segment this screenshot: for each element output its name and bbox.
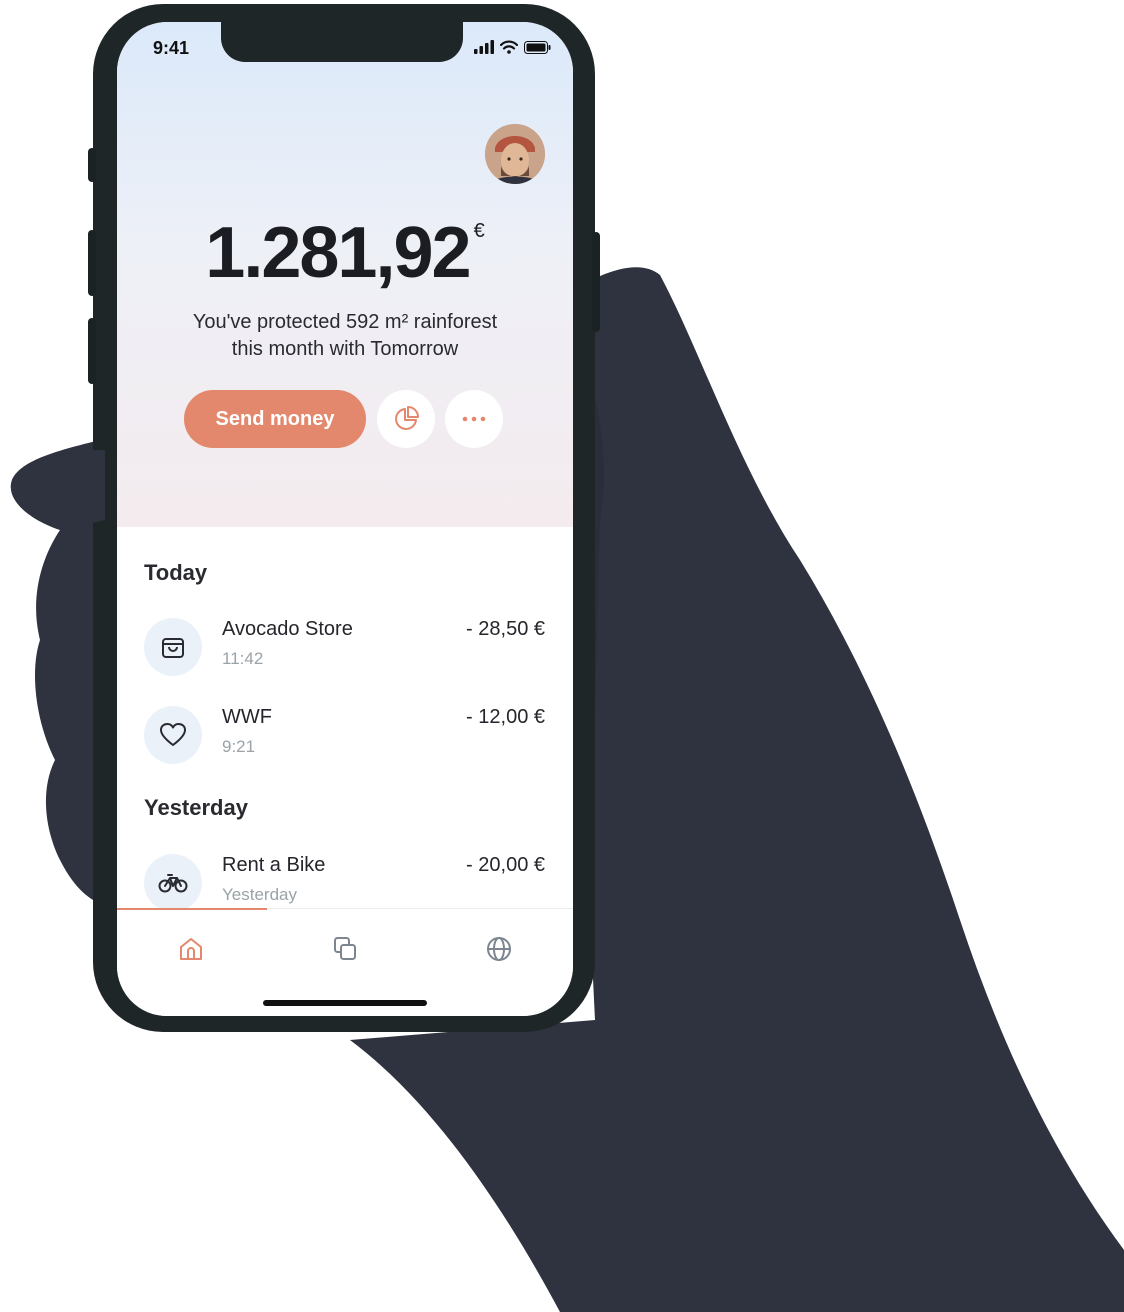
transaction-icon-circle — [144, 706, 202, 764]
phone-screen: 9:41 1.281,92 € You've protected 592 m² … — [117, 22, 573, 1016]
balance-value: 1.281,92 — [205, 213, 471, 293]
section-title-today: Today — [144, 560, 208, 585]
more-dots-icon — [462, 416, 486, 422]
shopping-bag-icon — [162, 638, 184, 658]
more-button[interactable] — [445, 390, 503, 448]
avatar[interactable] — [485, 124, 545, 184]
transaction-row[interactable]: WWF 9:21 - 12,00 € — [117, 706, 573, 776]
tab-home[interactable] — [171, 929, 211, 969]
impact-line-1: You've protected 592 m² rainforest — [192, 311, 498, 333]
silent-switch — [88, 148, 96, 182]
transaction-icon-circle — [144, 618, 202, 676]
home-icon — [180, 938, 202, 960]
signal-icon — [474, 40, 494, 54]
heart-icon — [160, 723, 186, 746]
transaction-row[interactable]: Avocado Store 11:42 - 28,50 € — [117, 618, 573, 688]
notch — [221, 22, 463, 62]
transaction-name: Rent a Bike — [222, 854, 326, 876]
transaction-name: WWF — [222, 706, 272, 728]
pie-chart-icon — [395, 406, 419, 430]
transaction-amount: - 28,50 € — [466, 618, 545, 640]
transaction-icon-circle — [144, 854, 202, 912]
impact-line-2: this month with Tomorrow — [231, 338, 459, 360]
tab-impact[interactable] — [479, 929, 519, 969]
avatar-photo — [485, 124, 545, 184]
transaction-time: 9:21 — [222, 737, 256, 756]
status-time: 9:41 — [153, 38, 190, 58]
balance-currency: € — [473, 220, 485, 242]
cards-icon — [334, 937, 356, 960]
transaction-name: Avocado Store — [222, 618, 353, 640]
active-tab-indicator — [117, 908, 267, 910]
impact-message: You've protected 592 m² rainforest this … — [157, 309, 533, 363]
analytics-button[interactable] — [377, 390, 435, 448]
transaction-amount: - 20,00 € — [466, 854, 545, 876]
volume-up-button — [88, 230, 96, 296]
battery-icon — [524, 40, 551, 54]
tab-cards[interactable] — [325, 929, 365, 969]
send-money-button[interactable]: Send money — [184, 390, 366, 448]
transaction-time: 11:42 — [222, 649, 264, 668]
balance-amount: 1.281,92 € — [117, 212, 573, 294]
wifi-icon — [500, 40, 518, 54]
transaction-amount: - 12,00 € — [466, 706, 545, 728]
globe-icon — [487, 937, 511, 961]
power-button — [592, 232, 600, 332]
section-title-yesterday: Yesterday — [144, 795, 248, 820]
transaction-time: Yesterday — [222, 885, 297, 904]
volume-down-button — [88, 318, 96, 384]
bicycle-icon — [158, 874, 188, 893]
home-indicator[interactable] — [263, 1000, 427, 1006]
status-icons — [474, 40, 551, 54]
